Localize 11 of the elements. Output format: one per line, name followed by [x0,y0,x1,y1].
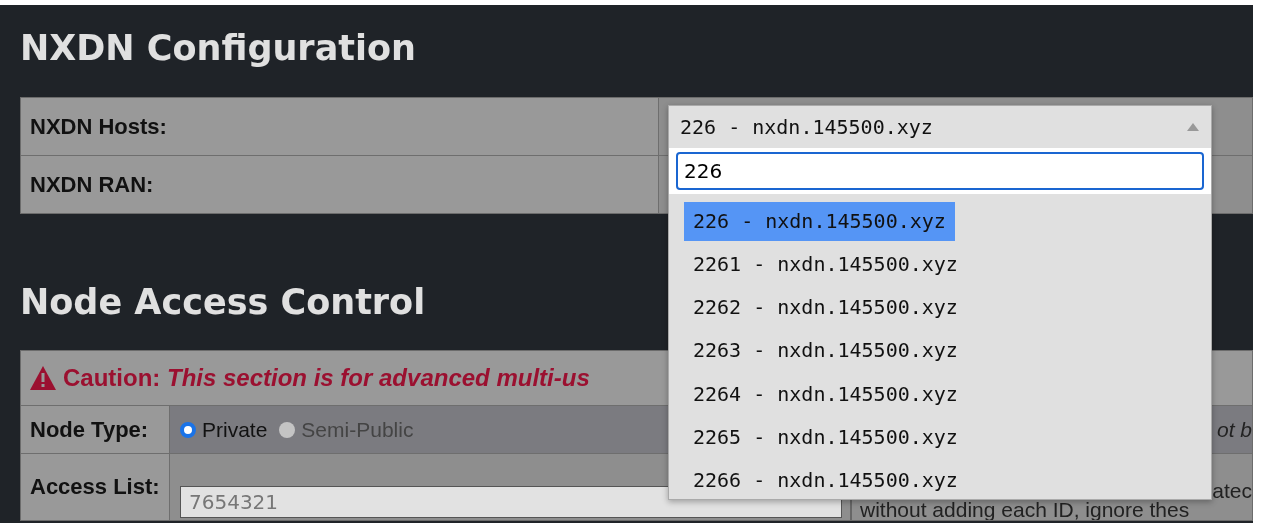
radio-label: Semi-Public [301,417,414,442]
section-title: NXDN Configuration [20,27,416,70]
field-label: Access List: [21,454,170,520]
section-title: Node Access Control [20,281,426,324]
caution-text: Caution: This section is for advanced multi-us [63,364,590,392]
field-label: Node Type: [21,406,170,453]
radio-label: Private [202,417,268,442]
help-text: atec [1212,481,1252,500]
field-label: NXDN RAN: [21,156,659,213]
field-label: NXDN Hosts: [21,98,659,155]
help-text: ot b [1216,417,1252,442]
